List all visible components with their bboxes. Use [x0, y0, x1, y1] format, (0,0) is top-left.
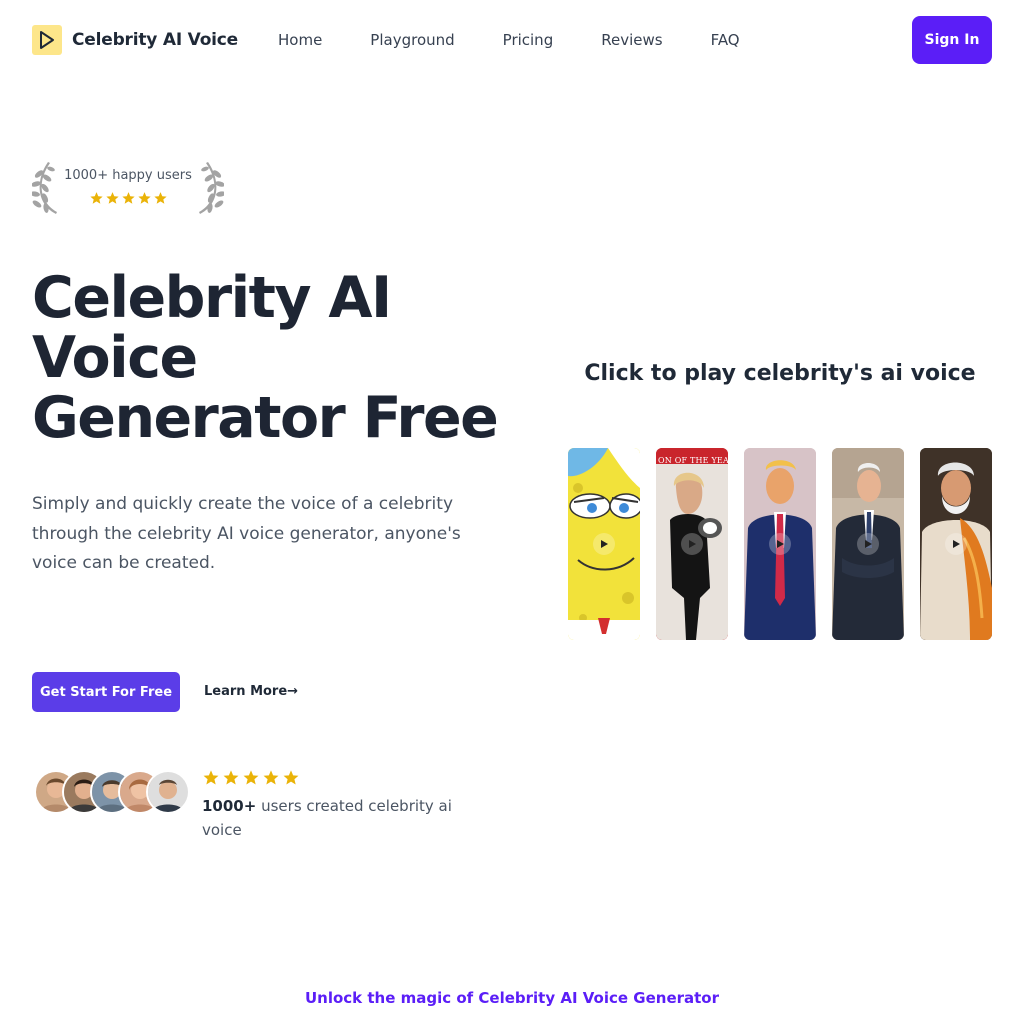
celebrity-cards: ON OF THE YEAR: [568, 448, 992, 640]
learn-more-link[interactable]: Learn More→: [204, 684, 298, 699]
spongebob-card[interactable]: [568, 448, 640, 640]
nav-links: Home Playground Pricing Reviews FAQ: [278, 31, 788, 49]
star-icon: [105, 192, 119, 204]
brand[interactable]: Celebrity AI Voice: [32, 25, 238, 55]
happy-users-badge: 1000+ happy users: [32, 160, 224, 216]
nav-link-home[interactable]: Home: [278, 31, 322, 49]
panel-title: Click to play celebrity's ai voice: [584, 361, 976, 386]
user-count: 1000+: [202, 797, 257, 815]
star-icon: [89, 192, 103, 204]
nav-link-pricing[interactable]: Pricing: [503, 31, 554, 49]
star-icon: [203, 770, 219, 785]
laurel-right-icon: [199, 162, 224, 214]
user-rating: [202, 769, 300, 786]
nav-link-faq[interactable]: FAQ: [711, 31, 740, 49]
avatar: [146, 770, 190, 814]
trump-card[interactable]: [744, 448, 816, 640]
play-icon: [681, 533, 703, 555]
top-navigation: Celebrity AI Voice Home Playground Prici…: [32, 16, 992, 64]
star-icon: [137, 192, 151, 204]
get-start-button[interactable]: Get Start For Free: [32, 672, 180, 712]
play-icon: [945, 533, 967, 555]
nav-link-reviews[interactable]: Reviews: [601, 31, 662, 49]
star-icon: [243, 770, 259, 785]
star-icon: [283, 770, 299, 785]
section-teaser: Unlock the magic of Celebrity AI Voice G…: [304, 989, 720, 1007]
biden-card[interactable]: [832, 448, 904, 640]
taylor-card[interactable]: ON OF THE YEAR: [656, 448, 728, 640]
play-icon: [32, 25, 62, 55]
social-proof-text: 1000+ users created celebrity ai voice: [202, 794, 462, 842]
play-icon: [857, 533, 879, 555]
magazine-caption: ON OF THE YEAR: [658, 456, 728, 465]
hero-description: Simply and quickly create the voice of a…: [32, 494, 461, 573]
brand-name: Celebrity AI Voice: [72, 30, 239, 50]
play-icon: [769, 533, 791, 555]
star-icon: [153, 192, 167, 204]
star-icon: [263, 770, 279, 785]
star-icon: [121, 192, 135, 204]
modi-card[interactable]: [920, 448, 992, 640]
sign-in-button[interactable]: Sign In: [912, 16, 992, 64]
star-icon: [223, 770, 239, 785]
play-icon: [593, 533, 615, 555]
nav-link-playground[interactable]: Playground: [370, 31, 454, 49]
hero-title: Celebrity AI Voice Generator Free: [32, 265, 499, 451]
